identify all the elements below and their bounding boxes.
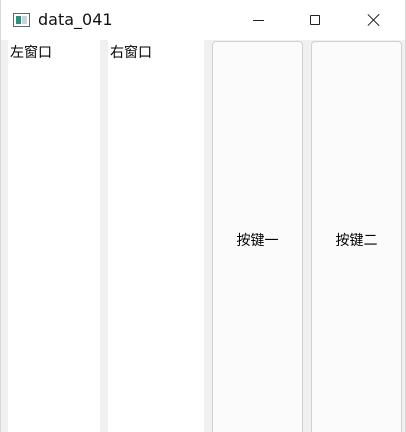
app-window: data_041 左窗口 右窗口 按键一 按键二 bbox=[0, 0, 406, 432]
left-window-panel[interactable]: 左窗口 bbox=[8, 40, 100, 432]
maximize-button[interactable] bbox=[292, 0, 338, 40]
right-window-panel[interactable]: 右窗口 bbox=[108, 40, 204, 432]
close-icon bbox=[367, 13, 381, 27]
button-two-label: 按键二 bbox=[335, 233, 378, 249]
button-one[interactable]: 按键一 bbox=[212, 41, 303, 432]
button-one-label: 按键一 bbox=[236, 233, 279, 249]
client-area: 左窗口 右窗口 按键一 按键二 bbox=[1, 40, 405, 432]
app-icon-pane bbox=[22, 16, 27, 24]
minimize-button[interactable] bbox=[235, 0, 281, 40]
minimize-icon bbox=[252, 19, 264, 21]
button-two[interactable]: 按键二 bbox=[311, 41, 402, 432]
title-bar[interactable]: data_041 bbox=[1, 0, 405, 40]
app-icon-pane bbox=[16, 16, 21, 24]
right-window-label: 右窗口 bbox=[110, 45, 152, 61]
close-button[interactable] bbox=[351, 0, 397, 40]
window-app-icon[interactable] bbox=[13, 13, 30, 27]
window-title: data_041 bbox=[38, 10, 113, 29]
left-window-label: 左窗口 bbox=[10, 45, 52, 61]
maximize-icon bbox=[310, 15, 320, 25]
